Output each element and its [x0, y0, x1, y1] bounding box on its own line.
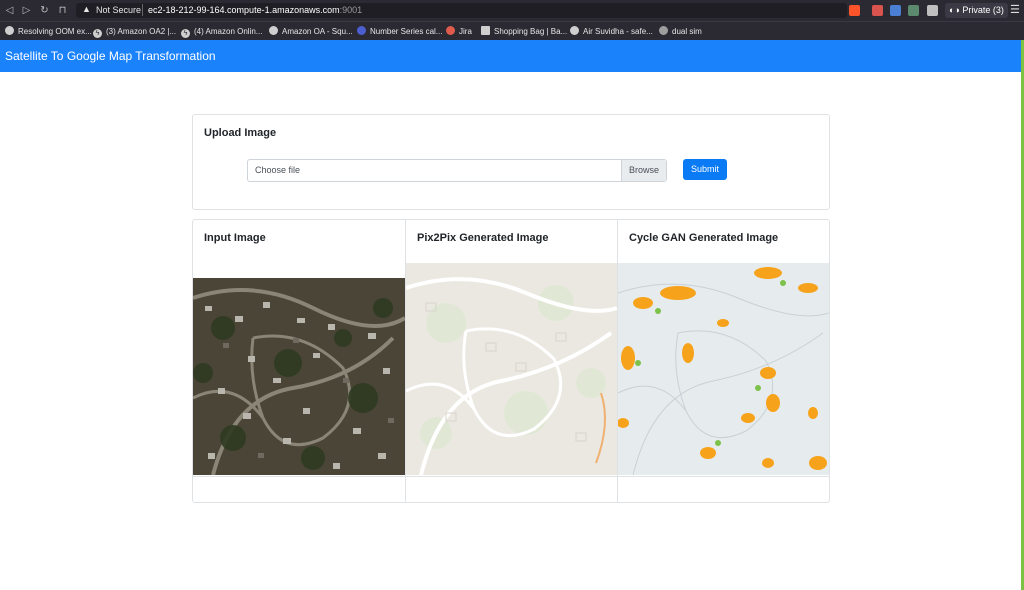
bookmark-item[interactable]: Shopping Bag | Ba... — [481, 25, 567, 38]
forward-icon[interactable]: ▷ — [20, 4, 33, 17]
bookmark-label: dual sim — [672, 27, 702, 36]
cyclegan-image-column: Cycle GAN Generated Image — [618, 220, 829, 502]
number-series-icon — [357, 26, 366, 35]
bookmark-item[interactable]: dual sim — [659, 25, 702, 38]
column-footer-divider — [406, 476, 617, 477]
url-port: :9001 — [339, 5, 363, 15]
extension-icon[interactable] — [908, 5, 919, 16]
input-satellite-image — [193, 278, 405, 475]
sunglasses-icon: ◐◑ — [949, 5, 963, 15]
brave-shield-icon[interactable] — [849, 5, 860, 16]
bookmark-label: (4) Amazon Onlin... — [194, 27, 263, 36]
bookmark-item[interactable]: Jira — [446, 25, 472, 38]
apple-icon — [659, 26, 668, 35]
url-separator — [142, 4, 143, 16]
pix2pix-image-column: Pix2Pix Generated Image — [406, 220, 618, 502]
translate-icon[interactable] — [890, 5, 901, 16]
file-input-placeholder: Choose file — [255, 165, 301, 175]
pix2pix-image-title: Pix2Pix Generated Image — [417, 232, 549, 244]
upload-title: Upload Image — [204, 127, 277, 139]
browser-toolbar: ◁ ▷ ↻ ⊓ ▲ Not Secure ec2-18-212-99-164.c… — [0, 0, 1024, 21]
bookmark-label: (3) Amazon OA2 |... — [106, 27, 177, 36]
security-label: Not Secure — [96, 5, 142, 15]
shopping-bag-icon — [481, 26, 490, 35]
pix2pix-map-graphic — [406, 263, 617, 475]
url-text: ec2-18-212-99-164.compute-1.amazonaws.co… — [148, 5, 362, 15]
bookmarks-bar: Resolving OOM ex... ϟ (3) Amazon OA2 |...… — [0, 21, 1024, 41]
column-footer-divider — [193, 476, 405, 477]
bolt-icon: ϟ — [181, 29, 190, 38]
jira-icon — [446, 26, 455, 35]
bookmark-label: Resolving OOM ex... — [18, 27, 92, 36]
reload-icon[interactable]: ↻ — [38, 4, 51, 17]
bookmark-icon[interactable]: ⊓ — [56, 4, 69, 17]
back-icon[interactable]: ◁ — [3, 4, 16, 17]
menu-icon[interactable]: ☰ — [1010, 3, 1020, 16]
private-label: Private (3) — [962, 5, 1004, 15]
browse-button[interactable]: Browse — [621, 160, 666, 181]
file-input[interactable]: Choose file Browse — [247, 159, 667, 182]
column-footer-divider — [618, 476, 829, 477]
cyclegan-map-graphic — [618, 263, 829, 475]
results-card: Input Image Pix2Pix Generated Image Cycl… — [192, 219, 830, 503]
bookmark-label: Jira — [459, 27, 472, 36]
input-image-column: Input Image — [193, 220, 406, 502]
private-window-badge[interactable]: ◐◑ Private (3) — [945, 3, 1008, 18]
cyclegan-generated-image — [618, 263, 829, 475]
bookmark-label: Number Series cal... — [370, 27, 443, 36]
globe-icon — [570, 26, 579, 35]
navbar-brand[interactable]: Satellite To Google Map Transformation — [5, 49, 216, 63]
url-host: ec2-18-212-99-164.compute-1.amazonaws.co… — [148, 5, 340, 15]
bookmark-item[interactable]: ϟ (3) Amazon OA2 |... — [93, 25, 176, 38]
bookmark-label: Air Suvidha - safe... — [583, 27, 653, 36]
warning-icon: ▲ — [82, 4, 91, 14]
bolt-icon: ϟ — [93, 29, 102, 38]
bookmark-item[interactable]: Resolving OOM ex... — [5, 25, 92, 38]
puzzle-icon[interactable] — [927, 5, 938, 16]
bookmark-item[interactable]: Number Series cal... — [357, 25, 442, 38]
submit-button[interactable]: Submit — [683, 159, 727, 180]
cyclegan-image-title: Cycle GAN Generated Image — [629, 232, 779, 244]
extension-icon[interactable] — [872, 5, 883, 16]
bookmark-item[interactable]: ϟ (4) Amazon Onlin... — [181, 25, 262, 38]
github-icon — [5, 26, 14, 35]
app-navbar: Satellite To Google Map Transformation — [0, 40, 1022, 72]
globe-icon — [269, 26, 278, 35]
bookmark-label: Shopping Bag | Ba... — [494, 27, 568, 36]
bookmark-item[interactable]: Amazon OA - Squ... — [269, 25, 353, 38]
bookmark-label: Amazon OA - Squ... — [282, 27, 353, 36]
address-bar[interactable]: ▲ Not Secure ec2-18-212-99-164.compute-1… — [76, 3, 847, 18]
input-image-title: Input Image — [204, 232, 266, 244]
satellite-image-graphic — [193, 278, 405, 475]
upload-card: Upload Image Choose file Browse Submit — [192, 114, 830, 210]
bookmark-item[interactable]: Air Suvidha - safe... — [570, 25, 653, 38]
pix2pix-generated-image — [406, 263, 617, 475]
